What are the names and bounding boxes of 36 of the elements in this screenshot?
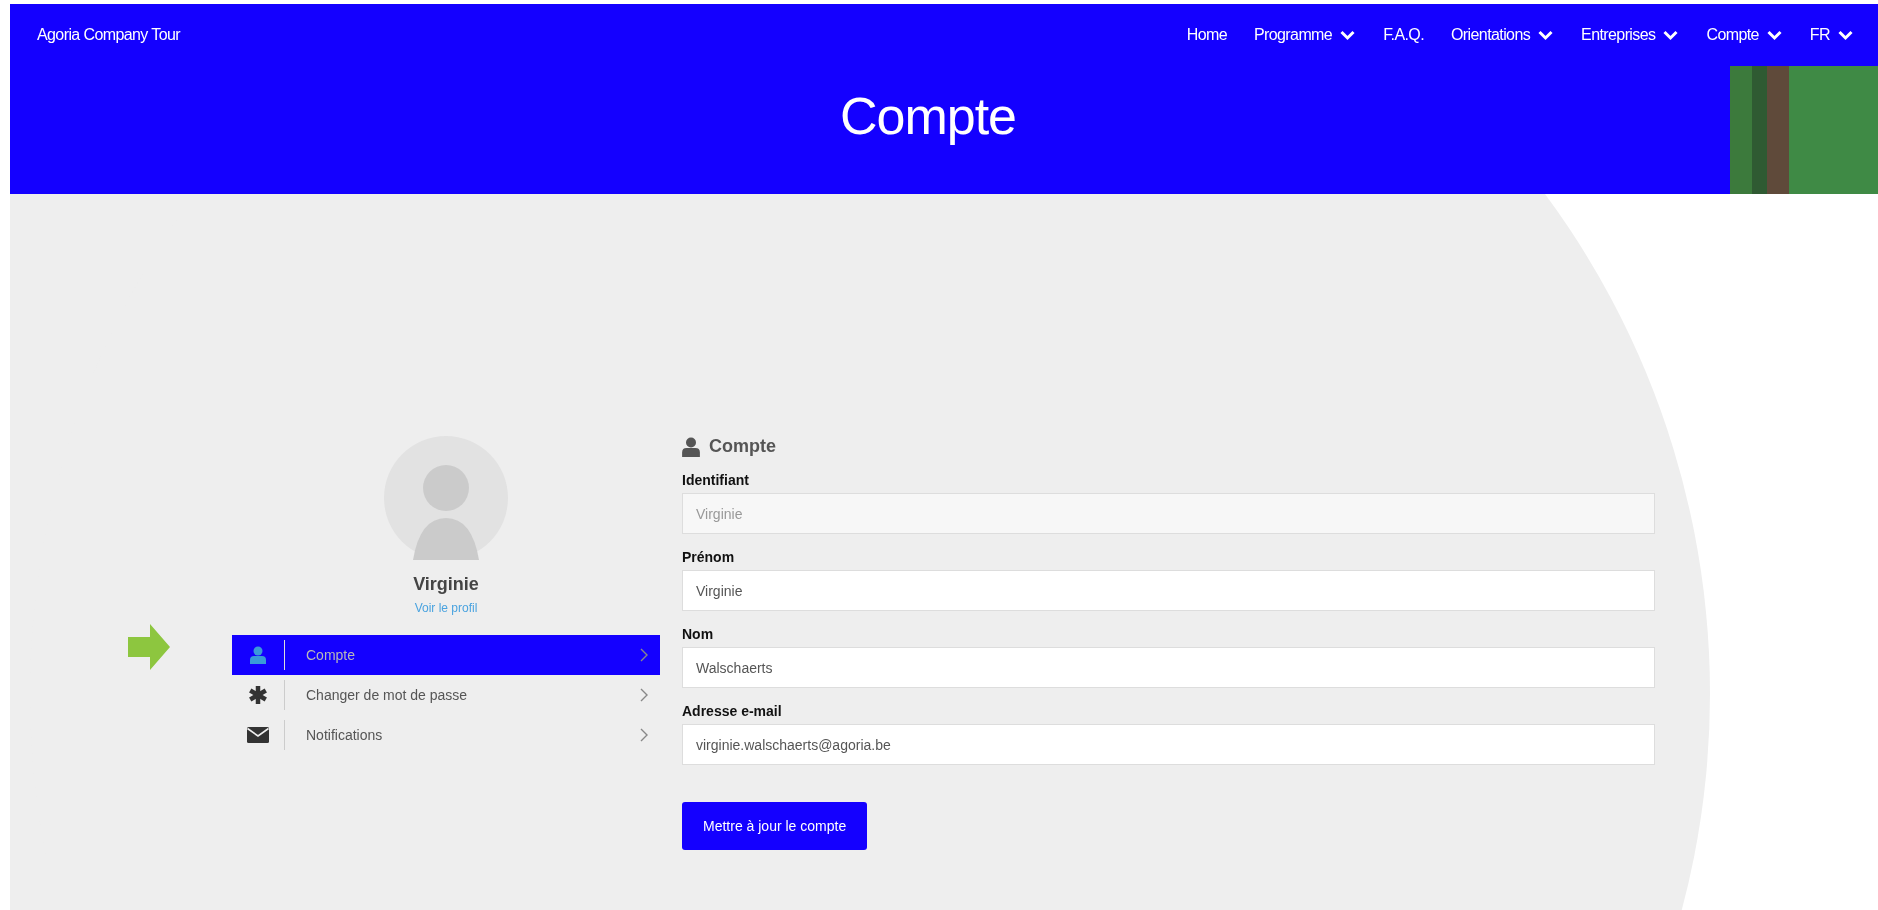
field-label: Identifiant [682,472,750,488]
menu-item[interactable]: Compte [232,635,660,675]
field-label: Prénom [682,549,736,565]
envelope-icon [247,727,269,743]
nav-link[interactable]: F.A.Q. [1383,26,1424,44]
input-field[interactable]: Walschaerts [682,647,1655,688]
person-icon [250,646,266,664]
menu-item[interactable]: Changer de mot de passe [232,675,660,715]
menu-item[interactable]: Notifications [232,715,660,755]
asterisk-icon [249,686,267,704]
input-field[interactable]: Virginie [682,570,1655,611]
chevron-right-icon [640,728,648,742]
chevron-down-icon [1537,29,1555,41]
input-field[interactable]: virginie.walschaerts@agoria.be [682,724,1655,765]
brand-link[interactable]: Agoria Company Tour [37,26,181,44]
chevron-down-icon [1765,29,1783,41]
chevron-right-icon [640,688,648,702]
nav-link[interactable]: Entreprises [1581,26,1680,44]
chevron-right-icon [640,648,648,662]
submit-button[interactable]: Mettre à jour le compte [682,802,868,850]
field-label: Nom [682,626,715,642]
profile-name: Virginie [413,574,479,595]
chevron-down-icon [1662,29,1680,41]
nav-link[interactable]: FR [1809,26,1854,44]
form-heading: Compte [709,436,776,457]
person-icon [682,436,700,457]
nav-link[interactable]: Programme [1253,26,1357,44]
chevron-down-icon [1837,29,1854,41]
field-label: Adresse e-mail [682,703,783,719]
nav-link[interactable]: Home [1186,26,1227,44]
page-title: Compte [838,86,1018,146]
arrow-right-icon [128,624,170,670]
nav-link[interactable]: Compte [1706,26,1783,44]
chevron-down-icon [1339,29,1357,41]
avatar-icon [384,436,508,560]
nav-link[interactable]: Orientations [1451,26,1555,44]
